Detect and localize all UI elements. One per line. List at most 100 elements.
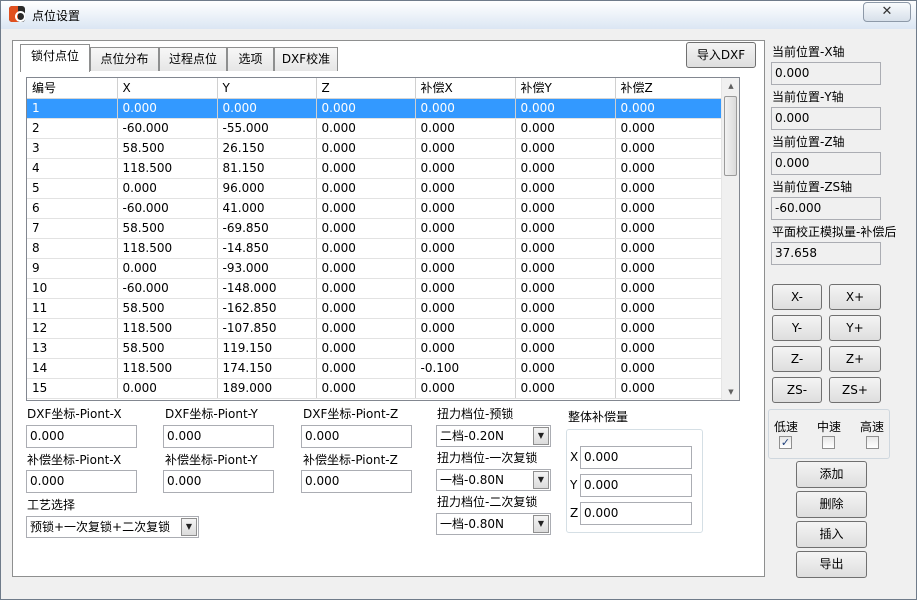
table-row[interactable]: 13 58.500 119.150 0.000 0.000 0.000 0.000 <box>27 338 722 359</box>
table-cell[interactable]: 7 <box>27 218 118 239</box>
table-cell[interactable]: 0.000 <box>515 238 616 259</box>
jog-x-plus-button[interactable]: X+ <box>829 284 881 310</box>
jog-y-plus-button[interactable]: Y+ <box>829 315 881 341</box>
table-cell[interactable]: 26.150 <box>217 138 317 159</box>
table-cell[interactable]: -60.000 <box>117 278 218 299</box>
table-row[interactable]: 7 58.500 -69.850 0.000 0.000 0.000 0.000 <box>27 218 722 239</box>
insert-button[interactable]: 插入 <box>796 521 867 548</box>
column-header[interactable]: 补偿X <box>415 78 516 99</box>
table-cell[interactable]: 0.000 <box>415 298 516 319</box>
delete-button[interactable]: 删除 <box>796 491 867 518</box>
table-cell[interactable]: 0.000 <box>415 218 516 239</box>
add-button[interactable]: 添加 <box>796 461 867 488</box>
table-cell[interactable]: 0.000 <box>515 358 616 379</box>
table-cell[interactable]: 0.000 <box>615 338 722 359</box>
table-cell[interactable]: 0.000 <box>515 378 616 399</box>
table-cell[interactable]: 0.000 <box>316 118 416 139</box>
table-cell[interactable]: 58.500 <box>117 338 218 359</box>
table-cell[interactable]: 118.500 <box>117 358 218 379</box>
jog-zs-plus-button[interactable]: ZS+ <box>829 377 881 403</box>
tab-process-points[interactable]: 过程点位 <box>159 47 227 71</box>
table-row[interactable]: 11 58.500 -162.850 0.000 0.000 0.000 0.000 <box>27 298 722 319</box>
table-cell[interactable]: 0.000 <box>415 178 516 199</box>
table-cell[interactable]: 174.150 <box>217 358 317 379</box>
export-button[interactable]: 导出 <box>796 551 867 578</box>
column-header[interactable]: 补偿Z <box>615 78 722 99</box>
table-cell[interactable]: 58.500 <box>117 218 218 239</box>
table-cell[interactable]: 0.000 <box>615 218 722 239</box>
speed-low-checkbox[interactable]: ✓ <box>779 436 792 449</box>
table-cell[interactable]: 0.000 <box>316 138 416 159</box>
table-cell[interactable]: 0.000 <box>615 378 722 399</box>
table-cell[interactable]: 0.000 <box>117 258 218 279</box>
table-row[interactable]: 10 -60.000 -148.000 0.000 0.000 0.000 0.000 <box>27 278 722 299</box>
table-cell[interactable]: 8 <box>27 238 118 259</box>
table-cell[interactable]: 0.000 <box>117 178 218 199</box>
table-row[interactable]: 2 -60.000 -55.000 0.000 0.000 0.000 0.000 <box>27 118 722 139</box>
table-cell[interactable]: 5 <box>27 178 118 199</box>
table-cell[interactable]: 0.000 <box>615 178 722 199</box>
jog-x-minus-button[interactable]: X- <box>772 284 822 310</box>
table-cell[interactable]: 0.000 <box>615 158 722 179</box>
column-header[interactable]: Y <box>217 78 317 99</box>
overall-comp-y-field[interactable]: 0.000 <box>580 474 692 497</box>
table-cell[interactable]: 0.000 <box>316 318 416 339</box>
table-cell[interactable]: 0.000 <box>415 278 516 299</box>
column-header[interactable]: Z <box>316 78 416 99</box>
table-cell[interactable]: 0.000 <box>515 218 616 239</box>
table-cell[interactable]: 0.000 <box>615 278 722 299</box>
tab-dxf-calibration[interactable]: DXF校准 <box>274 47 338 71</box>
table-row[interactable]: 12 118.500 -107.850 0.000 0.000 0.000 0.000 <box>27 318 722 339</box>
table-cell[interactable]: -60.000 <box>117 198 218 219</box>
close-button[interactable]: ✕ <box>863 2 911 22</box>
torque-first-select[interactable]: 一档-0.80N ▼ <box>436 469 551 491</box>
table-cell[interactable]: 41.000 <box>217 198 317 219</box>
table-cell[interactable]: 0.000 <box>615 358 722 379</box>
table-cell[interactable]: 118.500 <box>117 238 218 259</box>
overall-comp-z-field[interactable]: 0.000 <box>580 502 692 525</box>
table-cell[interactable]: 0.000 <box>415 118 516 139</box>
table-cell[interactable]: 0.000 <box>415 338 516 359</box>
title-bar[interactable]: 点位设置 ✕ <box>1 1 916 29</box>
table-cell[interactable]: 0.000 <box>515 318 616 339</box>
tab-options[interactable]: 选项 <box>227 47 274 71</box>
table-cell[interactable]: 0.000 <box>615 238 722 259</box>
table-cell[interactable]: 0.000 <box>615 198 722 219</box>
table-cell[interactable]: -60.000 <box>117 118 218 139</box>
table-cell[interactable]: 0.000 <box>316 218 416 239</box>
table-row[interactable]: 6 -60.000 41.000 0.000 0.000 0.000 0.000 <box>27 198 722 219</box>
dropdown-arrow-icon[interactable]: ▼ <box>533 471 549 489</box>
dxf-z-field[interactable]: 0.000 <box>301 425 412 448</box>
table-cell[interactable]: 0.000 <box>515 138 616 159</box>
table-cell[interactable]: 0.000 <box>515 178 616 199</box>
table-cell[interactable]: -69.850 <box>217 218 317 239</box>
table-cell[interactable]: 0.000 <box>316 198 416 219</box>
jog-z-plus-button[interactable]: Z+ <box>829 346 881 372</box>
table-vertical-scrollbar[interactable]: ▲ ▼ <box>721 78 739 400</box>
table-cell[interactable]: 0.000 <box>316 358 416 379</box>
scrollbar-thumb[interactable] <box>724 96 737 176</box>
table-cell[interactable]: 0.000 <box>615 138 722 159</box>
table-row[interactable]: 15 0.000 189.000 0.000 0.000 0.000 0.000 <box>27 378 722 399</box>
table-cell[interactable]: 0.000 <box>316 238 416 259</box>
table-cell[interactable]: 119.150 <box>217 338 317 359</box>
table-cell[interactable]: -148.000 <box>217 278 317 299</box>
table-row[interactable]: 5 0.000 96.000 0.000 0.000 0.000 0.000 <box>27 178 722 199</box>
table-cell[interactable]: 13 <box>27 338 118 359</box>
tab-point-distribution[interactable]: 点位分布 <box>90 47 159 71</box>
table-cell[interactable]: 14 <box>27 358 118 379</box>
table-cell[interactable]: 96.000 <box>217 178 317 199</box>
table-cell[interactable]: 0.000 <box>316 378 416 399</box>
table-cell[interactable]: -0.100 <box>415 358 516 379</box>
table-cell[interactable]: 0.000 <box>515 198 616 219</box>
table-cell[interactable]: 0.000 <box>515 158 616 179</box>
table-cell[interactable]: 0.000 <box>615 298 722 319</box>
process-select[interactable]: 预锁+一次复锁+二次复锁 ▼ <box>26 516 199 538</box>
table-cell[interactable]: 4 <box>27 158 118 179</box>
table-cell[interactable]: 3 <box>27 138 118 159</box>
dropdown-arrow-icon[interactable]: ▼ <box>181 518 197 536</box>
table-cell[interactable]: 189.000 <box>217 378 317 399</box>
table-cell[interactable]: 0.000 <box>316 298 416 319</box>
overall-comp-x-field[interactable]: 0.000 <box>580 446 692 469</box>
table-cell[interactable]: 0.000 <box>415 158 516 179</box>
